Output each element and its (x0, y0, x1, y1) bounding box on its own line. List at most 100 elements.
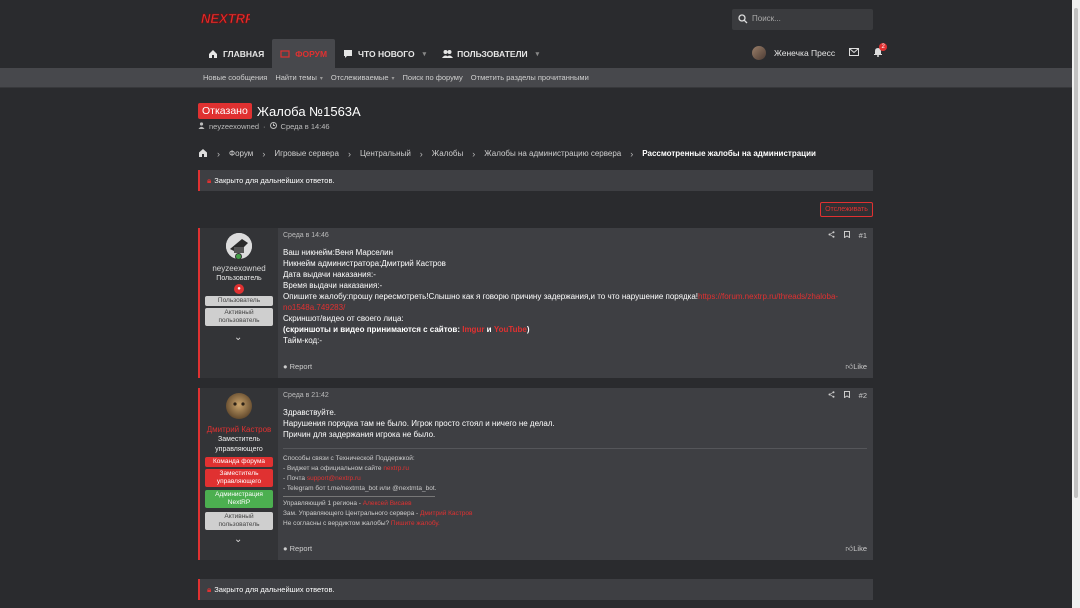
signature-link[interactable]: Алексей Висаев (363, 500, 412, 507)
subnav-search-forum[interactable]: Поиск по форуму (403, 73, 463, 82)
separator-dot: · (263, 122, 266, 131)
signature-text: Не согласны с вердиктом жалобы? (283, 520, 391, 527)
account-name[interactable]: Женечка Пресс (774, 48, 835, 58)
post: neyzeexowned Пользователь ● Пользователь… (198, 228, 873, 378)
post-line: (скриншоты и видео принимаются с сайтов:… (283, 324, 843, 335)
avatar[interactable] (752, 46, 766, 60)
post: Дмитрий Кастров Заместитель управляющего… (198, 388, 873, 560)
bell-icon[interactable]: 2 (873, 43, 888, 59)
post-author-name[interactable]: neyzeexowned (200, 264, 278, 273)
report-button[interactable]: ● Report (283, 362, 312, 372)
like-label: Like (853, 544, 867, 553)
subnav-new-posts[interactable]: Новые сообщения (203, 73, 267, 82)
post-line: Опишите жалобу:прошу пересмотреть!Слышно… (283, 291, 843, 313)
signature-link[interactable]: Пишите жалобу. (391, 520, 440, 527)
breadcrumb-item[interactable]: Жалобы на администрацию сервера (484, 149, 621, 158)
post-text: и (484, 325, 494, 334)
imgur-link[interactable]: Imgur (462, 325, 484, 334)
thread-date[interactable]: Среда в 14:46 (281, 122, 330, 131)
breadcrumb-item[interactable]: Центральный (360, 149, 411, 158)
main-nav: ГЛАВНАЯ ФОРУМ ЧТО НОВОГО ▾ ПОЛЬЗОВАТЕЛИ … (200, 39, 547, 68)
chevron-down-icon: ▾ (422, 50, 427, 58)
signature-line: - Виджет на официальном сайте nextrp.ru (283, 464, 867, 474)
post-date[interactable]: Среда в 21:42 (283, 392, 329, 399)
breadcrumb-item[interactable]: Игровые сервера (274, 149, 339, 158)
post-author-name[interactable]: Дмитрий Кастров (200, 425, 278, 434)
post-line: Тайм-код:- (283, 336, 323, 345)
forum-icon (280, 49, 291, 59)
chevron-right-icon: › (419, 148, 423, 159)
user-banner: Администрация NextRP (205, 490, 273, 508)
follow-button[interactable]: Отслеживать (820, 202, 873, 217)
page-title: Жалоба №1563A (256, 103, 361, 119)
inbox-icon[interactable] (849, 48, 860, 58)
nav-whats-new[interactable]: ЧТО НОВОГО ▾ (335, 39, 434, 68)
post-text: Опишите жалобу:прошу пересмотреть!Слышно… (283, 292, 698, 301)
thread-author[interactable]: neyzeexowned (209, 122, 259, 131)
nav-whats-new-label: ЧТО НОВОГО (358, 48, 415, 59)
subnav-find-threads-label: Найти темы (275, 73, 317, 82)
like-button[interactable]: 👍︎Like (845, 362, 867, 372)
post-line: Скриншот/видео от своего лица: (283, 314, 404, 323)
post-text: ) (526, 325, 530, 334)
report-icon: ● (283, 544, 288, 553)
breadcrumb: › Форум › Игровые сервера › Центральный … (198, 148, 816, 159)
subnav-find-threads[interactable]: Найти темы ▾ (275, 73, 323, 82)
post-signature: Способы связи с Технической Поддержкой: … (283, 448, 867, 529)
signature-text: - Виджет на официальном сайте (283, 465, 384, 472)
subnav-mark-read[interactable]: Отметить разделы прочитанными (471, 73, 589, 82)
signature-divider (283, 496, 435, 497)
nav-home[interactable]: ГЛАВНАЯ (200, 39, 272, 68)
home-icon[interactable] (198, 148, 208, 159)
post-line: Ваш никнейм:Веня Марселин (283, 248, 394, 257)
user-area: Женечка Пресс 2 (752, 43, 888, 62)
share-icon[interactable] (828, 231, 835, 240)
clock-icon (269, 122, 277, 131)
signature-link[interactable]: nextrp.ru (383, 465, 409, 472)
chevron-down-icon[interactable]: ⌄ (234, 534, 242, 545)
signature-line: - Почта support@nextrp.ru (283, 474, 867, 484)
chevron-right-icon: › (472, 148, 476, 159)
bookmark-icon[interactable] (843, 231, 850, 240)
lock-icon: 🔒︎ (207, 584, 212, 594)
signature-text: - Почта (283, 475, 307, 482)
post-actions: #2 (828, 391, 867, 400)
nav-users[interactable]: ПОЛЬЗОВАТЕЛИ ▾ (434, 39, 547, 68)
nav-forum[interactable]: ФОРУМ (272, 39, 336, 68)
search-input[interactable]: Поиск... (732, 9, 873, 30)
post-number[interactable]: #1 (859, 231, 867, 240)
subnav-search-forum-label: Поиск по форуму (402, 73, 463, 82)
like-label: Like (853, 362, 867, 371)
signature-link[interactable]: Дмитрий Кастров (420, 510, 472, 517)
site-logo[interactable]: NEXTRP (200, 10, 250, 26)
search-icon (738, 14, 748, 26)
chevron-down-icon: ▾ (391, 76, 395, 82)
post-body: Среда в 14:46 #1 Ваш никнейм:Веня Марсел… (278, 228, 873, 378)
post-actions: #1 (828, 231, 867, 240)
home-icon (208, 49, 219, 59)
report-label: Report (289, 544, 313, 553)
scrollbar-thumb[interactable] (1074, 8, 1078, 498)
subnav-new-posts-label: Новые сообщения (203, 73, 268, 82)
post-number[interactable]: #2 (859, 391, 867, 400)
subnav-watched[interactable]: Отслеживаемые ▾ (331, 73, 395, 82)
breadcrumb-current[interactable]: Рассмотренные жалобы на администрации (642, 149, 816, 158)
bookmark-icon[interactable] (843, 391, 850, 400)
breadcrumb-item[interactable]: Жалобы (432, 149, 463, 158)
nav-forum-label: ФОРУМ (295, 48, 328, 59)
report-button[interactable]: ● Report (283, 544, 312, 554)
signature-link[interactable]: support@nextrp.ru (307, 475, 361, 482)
share-icon[interactable] (828, 391, 835, 400)
post-date[interactable]: Среда в 14:46 (283, 232, 329, 239)
post-line: Здравствуйте. (283, 408, 337, 417)
subnav-watched-label: Отслеживаемые (330, 73, 389, 82)
youtube-link[interactable]: YouTube (494, 325, 527, 334)
post-author-panel: neyzeexowned Пользователь ● Пользователь… (198, 228, 278, 378)
avatar[interactable] (226, 393, 252, 419)
subnav-mark-read-label: Отметить разделы прочитанными (470, 73, 589, 82)
like-button[interactable]: 👍︎Like (845, 544, 867, 554)
breadcrumb-item[interactable]: Форум (229, 149, 253, 158)
scrollbar[interactable] (1072, 0, 1080, 608)
svg-text:NEXTRP: NEXTRP (201, 11, 250, 26)
chevron-down-icon[interactable]: ⌄ (234, 332, 242, 343)
